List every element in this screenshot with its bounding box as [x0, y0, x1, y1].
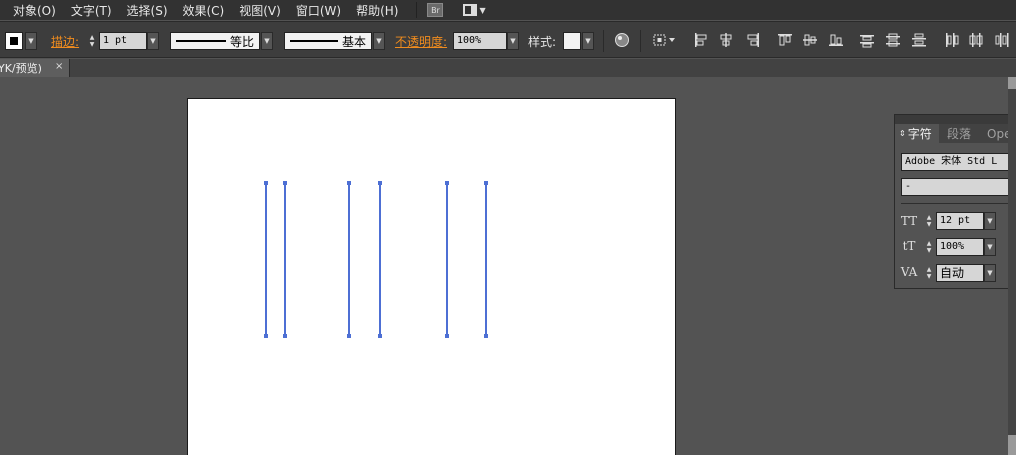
- toolbar-divider: [640, 30, 641, 52]
- distribute-right-icon[interactable]: [994, 32, 1010, 48]
- profile-label: 等比: [230, 34, 255, 49]
- align-bottom-icon[interactable]: [828, 32, 844, 48]
- opacity-dropdown[interactable]: ▼: [507, 32, 519, 50]
- brush-label: 基本: [342, 34, 367, 49]
- fill-dropdown-arrow[interactable]: ▼: [25, 32, 37, 50]
- graphic-style-label: 样式:: [528, 35, 557, 49]
- selected-path[interactable]: [446, 183, 448, 336]
- chevron-down-icon: ▼: [479, 5, 486, 15]
- artboard[interactable]: [187, 98, 676, 455]
- document-tab-bar: YK/预览) ×: [0, 59, 1016, 77]
- stroke-weight-dropdown[interactable]: ▼: [147, 32, 159, 50]
- menu-type[interactable]: 文字(T): [71, 2, 112, 19]
- stroke-preview-line: [176, 40, 226, 42]
- document-tab-title: YK/预览): [0, 62, 42, 75]
- stroke-weight-input[interactable]: 1 pt: [99, 32, 147, 50]
- anchor-point[interactable]: [484, 334, 488, 338]
- arrange-documents-button[interactable]: ▼: [463, 4, 486, 16]
- font-size-stepper[interactable]: ▲ ▼: [924, 212, 934, 230]
- select-similar-icon[interactable]: [652, 32, 678, 48]
- panel-divider: [901, 203, 1016, 204]
- kerning-stepper[interactable]: ▲ ▼: [924, 264, 934, 282]
- tab-paragraph[interactable]: 段落: [943, 124, 971, 143]
- menu-window[interactable]: 窗口(W): [296, 2, 341, 19]
- font-size-icon: TT: [900, 214, 918, 228]
- opacity-label[interactable]: 不透明度:: [395, 33, 447, 50]
- anchor-point[interactable]: [264, 334, 268, 338]
- selected-path[interactable]: [485, 183, 487, 336]
- graphic-style-swatch[interactable]: [563, 32, 581, 50]
- align-right-icon[interactable]: [745, 32, 761, 48]
- distribute-vertical-center-icon[interactable]: [885, 32, 901, 48]
- selected-path[interactable]: [284, 183, 286, 336]
- brush-preview-line: [290, 40, 338, 42]
- brush-dropdown[interactable]: ▼: [373, 32, 385, 50]
- distribute-bottom-icon[interactable]: [911, 32, 927, 48]
- distribute-horizontal-center-icon[interactable]: [968, 32, 984, 48]
- anchor-point[interactable]: [378, 334, 382, 338]
- stroke-weight-stepper[interactable]: ▲ ▼: [87, 32, 97, 50]
- panel-grip[interactable]: [895, 115, 1016, 124]
- menu-divider: [416, 2, 418, 18]
- stroke-label[interactable]: 描边:: [51, 33, 79, 50]
- menu-select[interactable]: 选择(S): [127, 2, 168, 19]
- menu-bar: 对象(O) 文字(T) 选择(S) 效果(C) 视图(V) 窗口(W) 帮助(H…: [0, 0, 1016, 20]
- graphic-style-dropdown[interactable]: ▼: [582, 32, 594, 50]
- anchor-point[interactable]: [347, 181, 351, 185]
- leading-dropdown[interactable]: ▼: [984, 238, 996, 256]
- menu-help[interactable]: 帮助(H): [356, 2, 398, 19]
- close-icon[interactable]: ×: [55, 61, 63, 72]
- align-left-icon[interactable]: [693, 32, 709, 48]
- leading-input[interactable]: 100%: [936, 238, 984, 256]
- bridge-button[interactable]: Br: [427, 3, 444, 17]
- variable-width-profile[interactable]: 等比: [170, 32, 260, 50]
- character-panel: ⇕ 字符 段落 Oper Adobe 宋体 Std L - TT ▲ ▼ 12 p…: [894, 114, 1016, 289]
- tab-character-label: 字符: [907, 127, 932, 141]
- font-size-dropdown[interactable]: ▼: [984, 212, 996, 230]
- fill-color-swatch[interactable]: [5, 32, 23, 50]
- anchor-point[interactable]: [378, 181, 382, 185]
- menu-effect[interactable]: 效果(C): [183, 2, 225, 19]
- align-horizontal-center-icon[interactable]: [718, 32, 734, 48]
- control-bar: ▼ 描边: ▲ ▼ 1 pt ▼ 等比 ▼ 基本 ▼ 不透明度: 100% ▼ 样…: [0, 21, 1016, 58]
- anchor-point[interactable]: [484, 181, 488, 185]
- anchor-point[interactable]: [445, 181, 449, 185]
- document-tab[interactable]: YK/预览) ×: [0, 59, 70, 77]
- tab-character[interactable]: ⇕ 字符: [895, 124, 939, 143]
- anchor-point[interactable]: [283, 334, 287, 338]
- align-vertical-center-icon[interactable]: [802, 32, 818, 48]
- brush-definition[interactable]: 基本: [284, 32, 372, 50]
- font-family-field[interactable]: Adobe 宋体 Std L: [901, 153, 1016, 171]
- opacity-input[interactable]: 100%: [453, 32, 507, 50]
- profile-dropdown[interactable]: ▼: [261, 32, 273, 50]
- leading-stepper[interactable]: ▲ ▼: [924, 238, 934, 256]
- selected-path[interactable]: [348, 183, 350, 336]
- font-size-input[interactable]: 12 pt: [936, 212, 984, 230]
- align-top-icon[interactable]: [777, 32, 793, 48]
- scroll-thumb[interactable]: [1008, 435, 1016, 455]
- recolor-artwork-icon[interactable]: [614, 32, 630, 48]
- collapse-arrows-icon: ⇕: [899, 129, 906, 138]
- anchor-point[interactable]: [445, 334, 449, 338]
- kerning-input[interactable]: 自动: [936, 264, 984, 282]
- anchor-point[interactable]: [347, 334, 351, 338]
- menu-object[interactable]: 对象(O): [13, 2, 56, 19]
- selected-path[interactable]: [379, 183, 381, 336]
- selected-path[interactable]: [265, 183, 267, 336]
- anchor-point[interactable]: [264, 181, 268, 185]
- toolbar-divider: [603, 30, 604, 52]
- menu-view[interactable]: 视图(V): [239, 2, 281, 19]
- kerning-dropdown[interactable]: ▼: [984, 264, 996, 282]
- scroll-up-arrow[interactable]: [1008, 77, 1016, 89]
- anchor-point[interactable]: [283, 181, 287, 185]
- leading-icon: tT: [902, 239, 916, 253]
- font-style-field[interactable]: -: [901, 178, 1016, 196]
- distribute-top-icon[interactable]: [859, 32, 875, 48]
- layout-icon: [463, 4, 478, 16]
- panel-tabs: ⇕ 字符 段落 Oper: [895, 124, 1016, 143]
- distribute-left-icon[interactable]: [943, 32, 959, 48]
- vertical-scrollbar[interactable]: [1008, 77, 1016, 455]
- kerning-icon: VA: [900, 265, 918, 279]
